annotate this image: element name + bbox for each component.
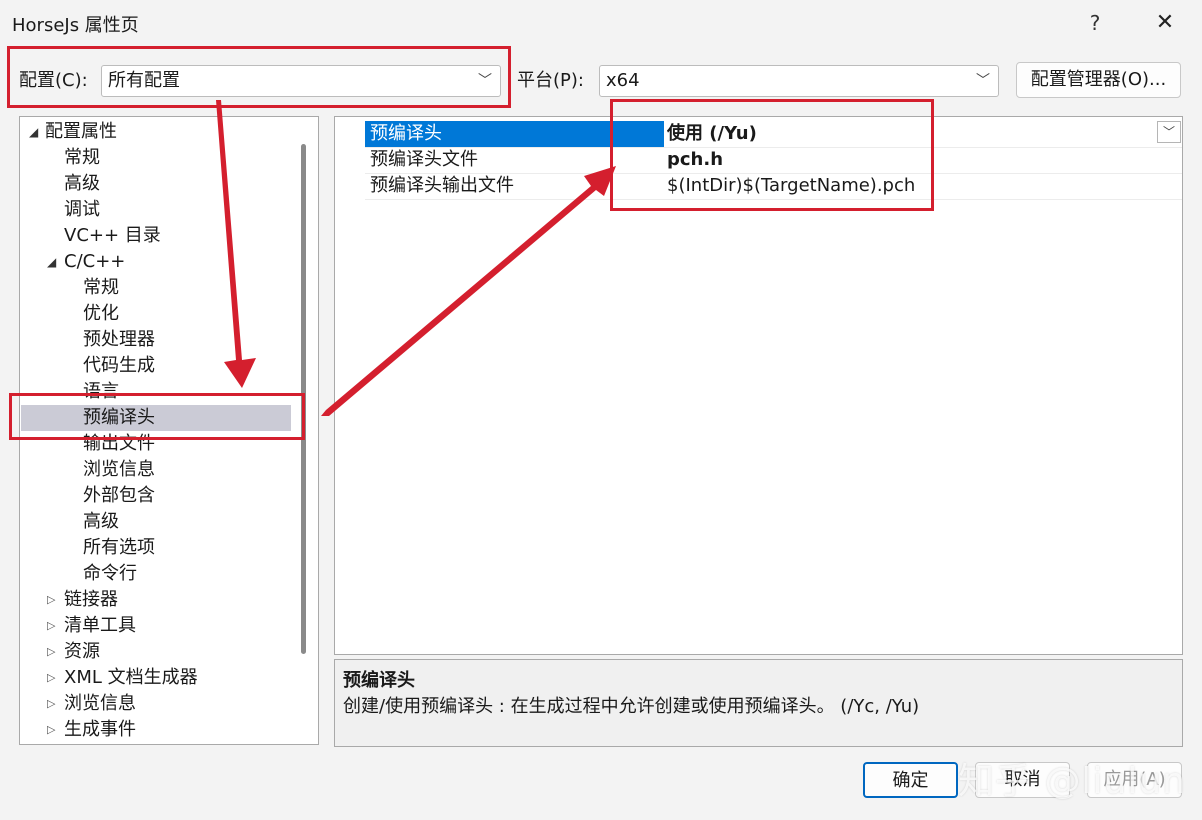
arrow-down-annotation — [216, 100, 256, 388]
annotation-arrows — [216, 100, 616, 416]
watermark: 知乎 @liulun — [958, 761, 1186, 802]
arrow-diagonal-annotation — [321, 166, 616, 416]
